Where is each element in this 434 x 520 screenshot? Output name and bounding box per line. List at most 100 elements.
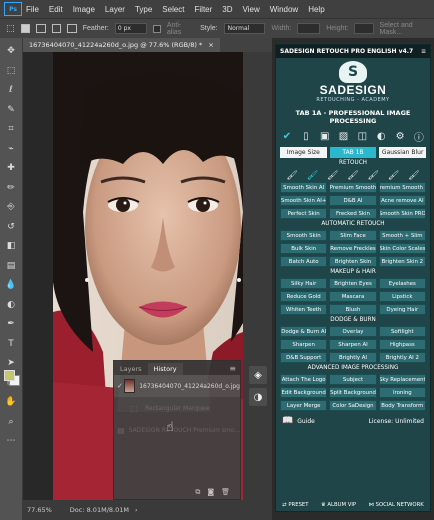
- menu-filter[interactable]: Filter: [195, 5, 213, 14]
- menu-select[interactable]: Select: [162, 5, 184, 14]
- mascara-button[interactable]: Mascara: [329, 291, 377, 302]
- blur-tool-icon[interactable]: 💧: [4, 278, 18, 292]
- smooth-skin-ai-plus-button[interactable]: Smooth Skin AI+: [280, 195, 328, 206]
- history-item[interactable]: ▤ SADESIGN RETOUCH Premium smo...: [114, 419, 240, 441]
- gaussian-blur-button[interactable]: Gaussian Blur: [379, 147, 427, 158]
- layers-icon[interactable]: ◫: [356, 129, 368, 143]
- brush-tool-icon[interactable]: ✏: [4, 181, 18, 195]
- color-sadesign-button[interactable]: Color SaDesign: [329, 400, 377, 411]
- eyedropper-tool-icon[interactable]: ⌁: [4, 142, 18, 156]
- softlight-button[interactable]: Softlight: [378, 326, 426, 337]
- remove-freckles-button[interactable]: Remove Freckles: [329, 243, 377, 254]
- whiten-teeth-button[interactable]: Whiten Teeth: [280, 304, 328, 315]
- edit-background-button[interactable]: Edit Background: [280, 387, 328, 398]
- frecked-skin-button[interactable]: Frecked Skin: [329, 208, 377, 219]
- tab-layers[interactable]: Layers: [114, 363, 148, 375]
- blush-button[interactable]: Blush: [329, 304, 377, 315]
- attach-logo-button[interactable]: Attach The Logo: [280, 374, 328, 385]
- batch-auto-button[interactable]: Batch Auto: [280, 256, 328, 267]
- image-icon[interactable]: ▨: [338, 129, 350, 143]
- skin-color-scales-button[interactable]: Skin Color Scales: [378, 243, 426, 254]
- social-network-link[interactable]: ⋈ SOCIAL NETWORK: [369, 502, 424, 508]
- gradient-tool-icon[interactable]: ▤: [4, 259, 18, 273]
- smooth-slim-button[interactable]: Smooth + Slim: [378, 230, 426, 241]
- height-input[interactable]: [354, 23, 374, 34]
- checkmark-icon[interactable]: ✔: [281, 129, 293, 143]
- brightly-ai-button[interactable]: Brightly AI: [329, 352, 377, 363]
- panel-menu-icon[interactable]: ≡: [229, 363, 236, 375]
- marquee-tool-icon[interactable]: ⬚: [4, 64, 18, 78]
- eraser-tool-icon[interactable]: ◧: [4, 239, 18, 253]
- status-arrow-icon[interactable]: ›: [135, 506, 138, 514]
- brush-icon[interactable]: 🖌: [388, 171, 399, 181]
- adjust-icon[interactable]: ◐: [375, 129, 387, 143]
- quick-select-tool-icon[interactable]: ✎: [4, 103, 18, 117]
- style-select[interactable]: Normal: [223, 23, 266, 34]
- close-tab-icon[interactable]: ×: [208, 41, 213, 49]
- zoom-level[interactable]: 77.65%: [27, 506, 52, 514]
- premium-smooth-2-button[interactable]: Premium Smooth 2: [378, 182, 426, 193]
- subject-button[interactable]: Subject: [329, 374, 377, 385]
- pen-tool-icon[interactable]: ✒: [4, 317, 18, 331]
- db-ai-button[interactable]: D&B AI: [329, 195, 377, 206]
- silky-hair-button[interactable]: Silky Hair: [280, 278, 328, 289]
- brightly-ai-2-button[interactable]: Brightly AI 2: [378, 352, 426, 363]
- layers-stack-icon[interactable]: ◈: [249, 366, 267, 384]
- brush-icon[interactable]: 🖌: [347, 171, 358, 181]
- eyelashes-button[interactable]: Eyelashes: [378, 278, 426, 289]
- healing-brush-tool-icon[interactable]: ✚: [4, 161, 18, 175]
- menu-edit[interactable]: Edit: [49, 5, 63, 14]
- brush-icon[interactable]: 🖌: [307, 171, 318, 181]
- preset-link[interactable]: ⇄ PRESET: [282, 502, 308, 508]
- brighten-eyes-button[interactable]: Brighten Eyes: [329, 278, 377, 289]
- plugin-menu-icon[interactable]: ≡: [421, 48, 426, 55]
- smooth-skin-ai-button[interactable]: Smooth Skin AI: [280, 182, 328, 193]
- layer-merge-button[interactable]: Layer Merge: [280, 400, 328, 411]
- more-tools-icon[interactable]: ⋯: [4, 434, 18, 448]
- slim-face-button[interactable]: Slim Face: [329, 230, 377, 241]
- document-tab[interactable]: 16736404070_41224a260d_o.jpg @ 77.6% (RG…: [23, 38, 220, 52]
- new-document-from-state-icon[interactable]: ⧉: [195, 488, 200, 497]
- dyeing-hair-button[interactable]: Dyeing Hair: [378, 304, 426, 315]
- album-vip-link[interactable]: ♛ ALBUM VIP: [321, 502, 356, 508]
- subtract-selection-icon[interactable]: [51, 24, 62, 33]
- reduce-gold-button[interactable]: Reduce Gold: [280, 291, 328, 302]
- tab-1b-button[interactable]: TAB 1B: [329, 147, 377, 158]
- menu-view[interactable]: View: [243, 5, 260, 14]
- split-background-button[interactable]: Split Background: [329, 387, 377, 398]
- adjustments-icon[interactable]: ◑: [249, 388, 267, 406]
- overlay-button[interactable]: Overlay: [329, 326, 377, 337]
- brush-icon[interactable]: 🖌: [327, 171, 338, 181]
- dodge-tool-icon[interactable]: ◐: [4, 298, 18, 312]
- brighten-skin-2-button[interactable]: Brighten Skin 2: [378, 256, 426, 267]
- menu-file[interactable]: File: [26, 5, 39, 14]
- sky-replacement-button[interactable]: Sky Replacement: [378, 374, 426, 385]
- tab-history[interactable]: History: [147, 363, 183, 375]
- hand-tool-icon[interactable]: ✋: [4, 395, 18, 409]
- delete-state-icon[interactable]: 🗑: [221, 488, 230, 496]
- move-tool-icon[interactable]: ✥: [4, 44, 18, 58]
- menu-type[interactable]: Type: [135, 5, 152, 14]
- intersect-selection-icon[interactable]: [67, 24, 77, 33]
- sharpen-ai-button[interactable]: Sharpen AI: [329, 339, 377, 350]
- bulk-skin-button[interactable]: Bulk Skin: [280, 243, 328, 254]
- zoom-tool-icon[interactable]: ⌕: [4, 415, 18, 429]
- feather-input[interactable]: 0 px: [114, 23, 148, 34]
- history-brush-tool-icon[interactable]: ↺: [4, 220, 18, 234]
- image-size-button[interactable]: Image Size: [280, 147, 327, 158]
- new-snapshot-icon[interactable]: ◙: [207, 488, 214, 496]
- menu-help[interactable]: Help: [308, 5, 324, 14]
- path-selection-tool-icon[interactable]: ➤: [4, 356, 18, 370]
- settings-icon[interactable]: ⚙: [394, 129, 406, 143]
- lasso-tool-icon[interactable]: ℓ: [4, 83, 18, 97]
- info-icon[interactable]: ⓘ: [413, 129, 425, 144]
- smooth-skin-button[interactable]: Smooth Skin: [280, 230, 328, 241]
- menu-3d[interactable]: 3D: [222, 5, 232, 14]
- width-input[interactable]: [297, 23, 321, 34]
- foreground-color-swatch[interactable]: [4, 370, 15, 381]
- dodge-burn-ai-button[interactable]: Dodge & Burn AI: [280, 326, 328, 337]
- premium-smooth-button[interactable]: Premium Smooth: [329, 182, 377, 193]
- crop-tool-icon[interactable]: ⌗: [4, 122, 18, 136]
- select-mask-button[interactable]: Select and Mask...: [380, 22, 434, 36]
- menu-image[interactable]: Image: [73, 5, 95, 14]
